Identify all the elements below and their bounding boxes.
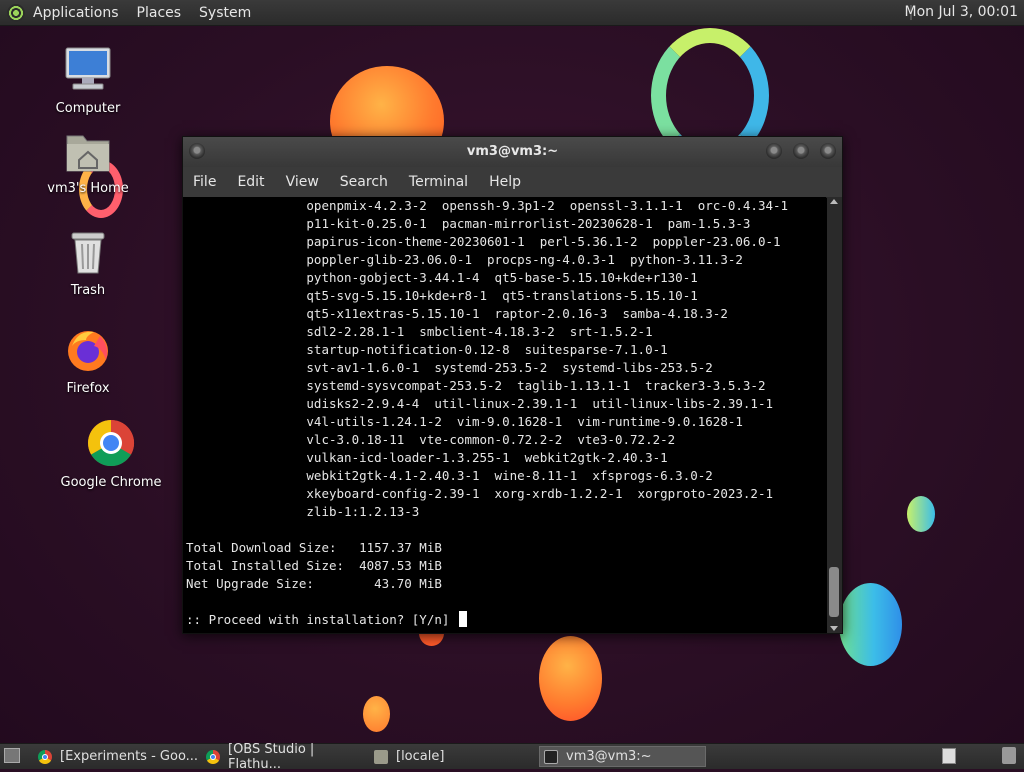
menu-help[interactable]: Help	[489, 174, 521, 190]
terminal-line: qt5-x11extras-5.15.10-1 raptor-2.0.16-3 …	[186, 306, 728, 321]
top-panel: Applications Places System Mon Jul 3, 00…	[0, 0, 1024, 26]
terminal-line: Total Installed Size: 4087.53 MiB	[186, 558, 442, 573]
clock[interactable]: Mon Jul 3, 00:01	[905, 4, 1018, 20]
trash-icon[interactable]	[1002, 747, 1016, 764]
task-label: [locale]	[396, 749, 445, 764]
menu-terminal[interactable]: Terminal	[409, 174, 468, 190]
close-button[interactable]	[820, 143, 836, 159]
menu-search[interactable]: Search	[340, 174, 388, 190]
chrome-icon	[206, 749, 220, 764]
wallpaper-blue-blob	[839, 583, 902, 666]
wallpaper-small-blue-blob	[907, 496, 935, 532]
desktop-icon-computer[interactable]: Computer	[38, 46, 138, 116]
wallpaper-small-orange-blob	[363, 696, 390, 732]
desktop-icon-home[interactable]: vm3's Home	[38, 130, 138, 196]
window-title: vm3@vm3:~	[466, 144, 559, 159]
menu-places[interactable]: Places	[137, 5, 182, 21]
terminal-line: vulkan-icd-loader-1.3.255-1 webkit2gtk-2…	[186, 450, 668, 465]
task-label: [Experiments - Goo...	[60, 749, 199, 764]
terminal-line: zlib-1:1.2.13-3	[186, 504, 420, 519]
desktop-icon-chrome[interactable]: Google Chrome	[55, 418, 167, 490]
text-cursor	[458, 611, 467, 627]
scroll-down-arrow-icon[interactable]	[830, 626, 838, 631]
terminal-scrollbar[interactable]	[827, 197, 842, 633]
desktop-icon-firefox[interactable]: Firefox	[38, 326, 138, 396]
firefox-icon	[68, 331, 108, 371]
terminal-line: poppler-glib-23.06.0-1 procps-ng-4.0.3-1…	[186, 252, 743, 267]
terminal-prompt-line: :: Proceed with installation? [Y/n]	[183, 611, 826, 629]
terminal-line: p11-kit-0.25.0-1 pacman-mirrorlist-20230…	[186, 216, 751, 231]
terminal-line: sdl2-2.28.1-1 smbclient-4.18.3-2 srt-1.5…	[186, 324, 653, 339]
terminal-line: startup-notification-0.12-8 suitesparse-…	[186, 342, 668, 357]
menu-file[interactable]: File	[193, 174, 216, 190]
terminal-line: vlc-3.0.18-11 vte-common-0.72.2-2 vte3-0…	[186, 432, 676, 447]
terminal-line: udisks2-2.9.4-4 util-linux-2.39.1-1 util…	[186, 396, 773, 411]
bottom-taskbar: [Experiments - Goo... [OBS Studio | Flat…	[0, 742, 1024, 772]
terminal-window[interactable]: vm3@vm3:~ File Edit View Search Terminal…	[182, 136, 843, 634]
menu-system[interactable]: System	[199, 5, 251, 21]
folder-icon	[374, 749, 388, 764]
task-folder-locale[interactable]: [locale]	[374, 746, 534, 767]
chrome-icon	[38, 749, 52, 764]
task-label: vm3@vm3:~	[566, 749, 652, 764]
desktop-icon-label: vm3's Home	[47, 181, 129, 196]
task-chrome-obs[interactable]: [OBS Studio | Flathu...	[206, 742, 370, 772]
menu-view[interactable]: View	[286, 174, 319, 190]
terminal-output[interactable]: openpmix-4.2.3-2 openssh-9.3p1-2 openssl…	[183, 197, 826, 633]
desktop-icon-label: Google Chrome	[60, 475, 162, 490]
terminal-line: python-gobject-3.44.1-4 qt5-base-5.15.10…	[186, 270, 698, 285]
task-chrome-experiments[interactable]: [Experiments - Goo...	[38, 746, 200, 767]
task-label: [OBS Studio | Flathu...	[228, 741, 315, 772]
terminal-prompt: :: Proceed with installation? [Y/n]	[186, 612, 457, 627]
menu-applications[interactable]: Applications	[33, 5, 119, 21]
terminal-line: openpmix-4.2.3-2 openssh-9.3p1-2 openssl…	[186, 198, 789, 213]
trash-icon	[71, 232, 105, 274]
terminal-line: qt5-svg-5.15.10+kde+r8-1 qt5-translation…	[186, 288, 698, 303]
maximize-button[interactable]	[793, 143, 809, 159]
terminal-line: papirus-icon-theme-20230601-1 perl-5.36.…	[186, 234, 781, 249]
terminal-line: v4l-utils-1.24.1-2 vim-9.0.1628-1 vim-ru…	[186, 414, 743, 429]
chrome-icon	[88, 419, 135, 467]
terminal-line: Net Upgrade Size: 43.70 MiB	[186, 576, 442, 591]
terminal-line: xkeyboard-config-2.39-1 xorg-xrdb-1.2.2-…	[186, 486, 773, 501]
terminal-line: svt-av1-1.6.0-1 systemd-253.5-2 systemd-…	[186, 360, 713, 375]
scrollbar-thumb[interactable]	[829, 567, 839, 617]
desktop-icon-label: Trash	[70, 283, 106, 298]
scroll-up-arrow-icon[interactable]	[830, 199, 838, 204]
terminal-line: Total Download Size: 1157.37 MiB	[186, 540, 442, 555]
workspace-switcher[interactable]	[942, 748, 956, 764]
terminal-line: systemd-sysvcompat-253.5-2 taglib-1.13.1…	[186, 378, 766, 393]
home-folder-icon	[66, 135, 110, 172]
distro-logo-icon[interactable]	[7, 3, 25, 22]
task-terminal[interactable]: vm3@vm3:~	[539, 746, 706, 767]
minimize-button[interactable]	[766, 143, 782, 159]
desktop-icon-label: Computer	[55, 101, 121, 116]
desktop-icon-trash[interactable]: Trash	[38, 230, 138, 298]
computer-icon	[65, 47, 111, 90]
menu-edit[interactable]: Edit	[237, 174, 264, 190]
desktop-icon-label: Firefox	[66, 381, 110, 396]
terminal-icon	[544, 749, 558, 764]
window-titlebar[interactable]: vm3@vm3:~	[183, 137, 842, 167]
terminal-menubar: File Edit View Search Terminal Help	[183, 167, 842, 198]
wallpaper-orange-blob-bottom	[539, 636, 602, 721]
terminal-line: webkit2gtk-4.1-2.40.3-1 wine-8.11-1 xfsp…	[186, 468, 713, 483]
show-desktop-icon[interactable]	[4, 748, 20, 763]
